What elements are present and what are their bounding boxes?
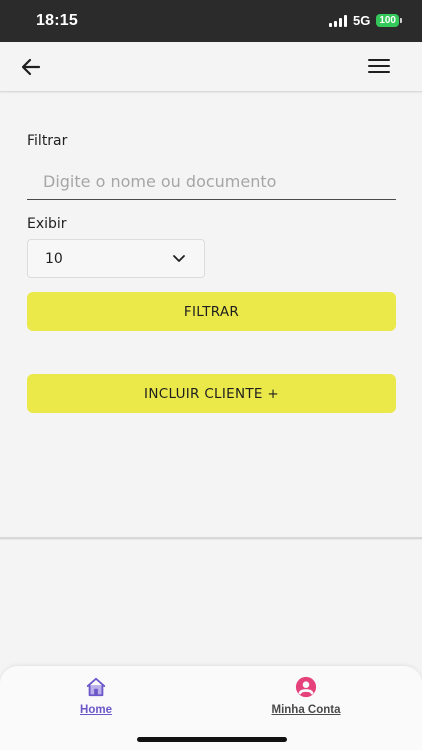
status-time: 18:15 — [36, 12, 78, 29]
filter-label: Filtrar — [27, 133, 68, 149]
add-client-button[interactable]: INCLUIR CLIENTE + — [27, 374, 396, 413]
search-input[interactable] — [27, 164, 396, 200]
app-bar — [0, 42, 422, 92]
display-count-select[interactable]: 10 — [27, 239, 205, 278]
user-icon — [295, 676, 317, 698]
nav-item-home[interactable]: Home — [66, 676, 126, 716]
hamburger-menu-icon — [368, 59, 390, 61]
divider — [0, 537, 422, 540]
main-content: Filtrar Exibir 10 FILTRAR INCLUIR CLIENT… — [0, 92, 422, 538]
nav-label-account: Minha Conta — [271, 704, 341, 716]
display-label: Exibir — [27, 216, 67, 232]
nav-item-account[interactable]: Minha Conta — [256, 676, 356, 716]
network-type: 5G — [352, 13, 371, 28]
arrow-left-icon — [21, 58, 41, 76]
status-bar: 18:15 5G 100 — [0, 0, 422, 42]
home-indicator — [137, 737, 287, 742]
nav-label-home: Home — [80, 704, 112, 716]
signal-icon — [328, 14, 347, 27]
menu-button[interactable] — [368, 59, 390, 75]
battery-level: 100 — [376, 14, 399, 27]
battery-icon: 100 — [376, 14, 402, 27]
screen: 18:15 5G 100 Filtrar Exibir — [0, 0, 422, 750]
filter-button[interactable]: FILTRAR — [27, 292, 396, 331]
home-icon — [86, 677, 106, 697]
status-indicators: 5G 100 — [328, 13, 402, 28]
display-count-value: 10 — [45, 251, 63, 267]
chevron-down-icon — [173, 255, 185, 262]
back-button[interactable] — [20, 56, 42, 78]
